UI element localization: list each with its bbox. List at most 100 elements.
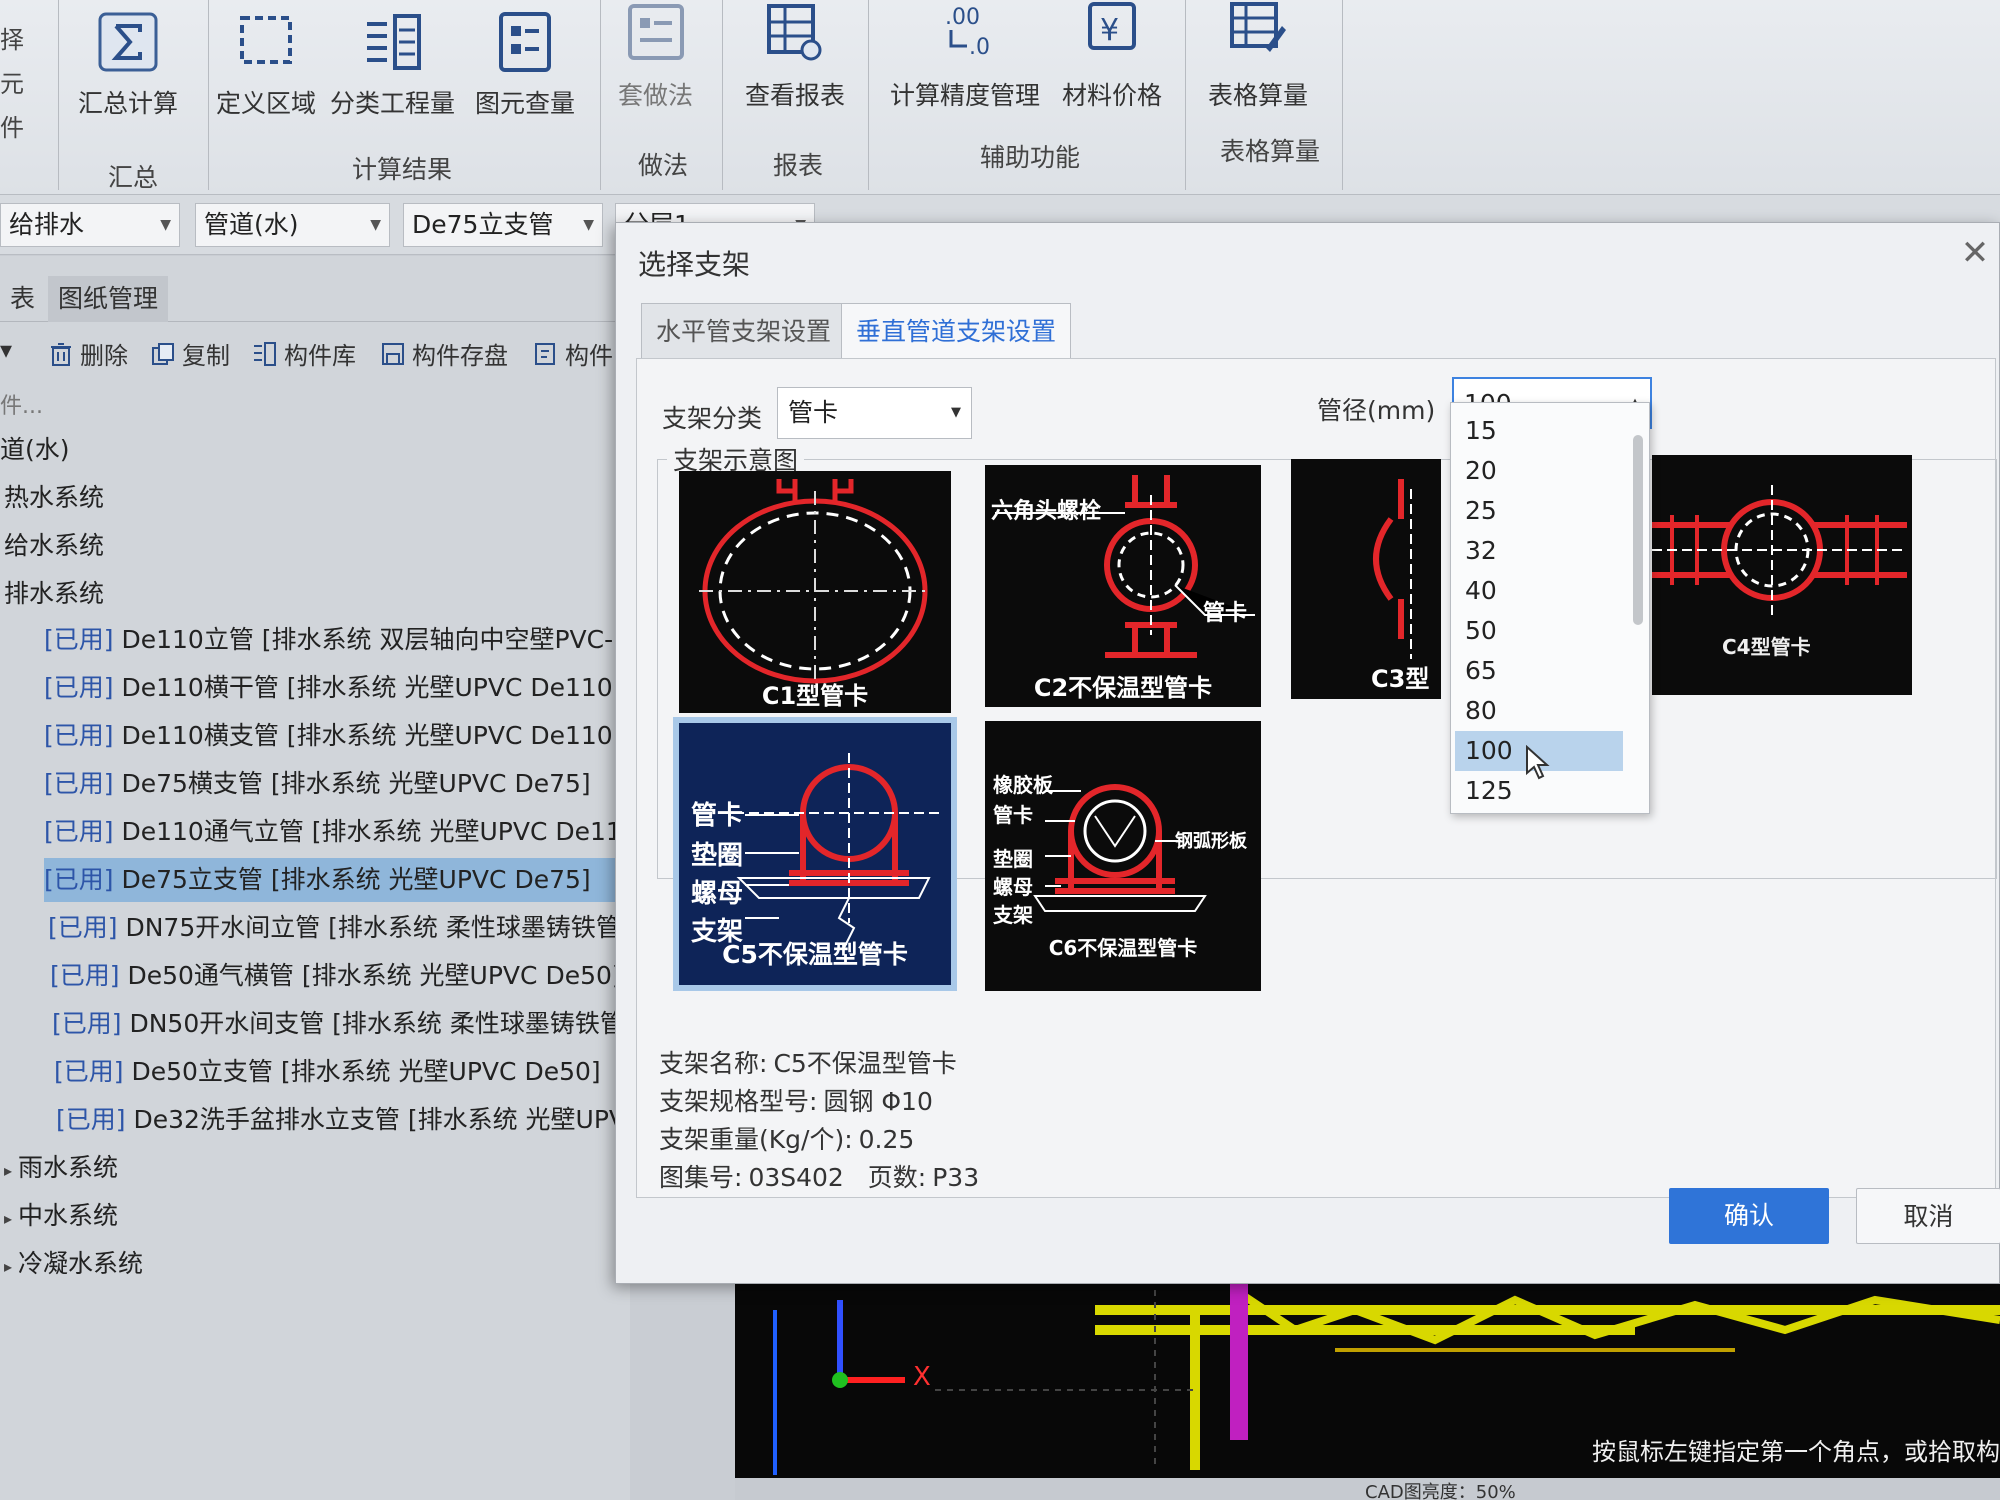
component-more-button[interactable]: 构件	[533, 336, 613, 371]
delete-label: 删除	[80, 342, 128, 370]
diameter-option[interactable]: 15	[1455, 411, 1623, 451]
c2-label: C2不保温型管卡	[1033, 674, 1213, 702]
tab-vertical-support[interactable]: 垂直管道支架设置	[841, 303, 1072, 359]
atlas-value: 03S402	[748, 1163, 844, 1192]
copy-button[interactable]: 复制	[150, 336, 230, 371]
apply-method-button[interactable]: 套做法	[618, 2, 693, 112]
category-quantity-button[interactable]: 分类工程量	[330, 10, 455, 120]
diameter-option[interactable]: 80	[1455, 691, 1623, 731]
support-thumb-c5-selected[interactable]: 管卡 垫圈 螺母 支架 C5不保温型管卡	[673, 717, 957, 991]
category-select[interactable]: 管道(水) ▼	[195, 203, 390, 247]
tree-pipe-label: De75横支管 [排水系统 光壁UPVC De75]	[121, 769, 591, 798]
delete-button[interactable]: 删除	[48, 336, 128, 371]
tree-system-collapsed[interactable]: ▸ 中水系统	[4, 1194, 118, 1238]
dialog-body: 支架分类 管卡▼ 管径(mm) 100▲ 支架示意图 C1型管卡	[636, 358, 1997, 1198]
svg-text:.0: .0	[969, 35, 990, 60]
pipe-diameter-dropdown: 15 20 25 32 40 50 65 80 100 125	[1450, 402, 1650, 814]
tree-root[interactable]: 道(水)	[0, 428, 70, 472]
tree-pipe-item[interactable]: [已用] De50通气横管 [排水系统 光壁UPVC De50]	[50, 954, 622, 998]
system-select[interactable]: 给排水 ▼	[0, 203, 180, 247]
support-category-select[interactable]: 管卡 ▼	[777, 387, 972, 439]
material-price-button[interactable]: ¥ 材料价格	[1062, 2, 1162, 112]
tree-pipe-item[interactable]: [已用] De75横支管 [排水系统 光壁UPVC De75]	[44, 762, 591, 806]
tree-pipe-item[interactable]: [已用] De32洗手盆排水立支管 [排水系统 光壁UPVC D	[56, 1098, 671, 1142]
diameter-option[interactable]: 50	[1455, 611, 1623, 651]
support-thumb-c6[interactable]: 橡胶板 管卡 垫圈 螺母 支架 钢弧形板 C6不保温型管卡	[985, 721, 1261, 991]
tree-pipe-item[interactable]: [已用] DN75开水间立管 [排水系统 柔性球墨铸铁管 DI	[48, 906, 655, 950]
view-report-button[interactable]: 查看报表	[745, 2, 845, 112]
cad-drawing-view[interactable]: X 按鼠标左键指定第一个角点，或拾取构	[735, 1270, 2000, 1485]
copy-icon	[152, 342, 174, 365]
tree-pipe-item[interactable]: [已用] DN50开水间支管 [排水系统 柔性球墨铸铁管 DI	[52, 1002, 659, 1046]
diameter-option[interactable]: 32	[1455, 531, 1623, 571]
atlas-row: 图集号: 03S402 页数: P33	[659, 1158, 979, 1194]
ribbon-separator	[58, 0, 59, 190]
support-spec-value: 圆钢 Φ10	[823, 1087, 933, 1116]
tree-system-collapsed[interactable]: ▸ 冷凝水系统	[4, 1242, 143, 1286]
support-name-label: 支架名称:	[659, 1049, 768, 1078]
c6-note: 垫圈	[993, 847, 1033, 871]
component-library-button[interactable]: 构件库	[252, 336, 356, 371]
support-name-value: C5不保温型管卡	[773, 1049, 957, 1078]
component-select-value: De75立支管	[412, 210, 554, 239]
component-library-label: 构件库	[284, 342, 356, 370]
component-select[interactable]: De75立支管 ▼	[403, 203, 603, 247]
ribbon-edge-label: 择	[0, 26, 24, 54]
ribbon-separator	[1342, 0, 1343, 190]
support-thumb-c1[interactable]: C1型管卡	[679, 471, 951, 713]
tree-system[interactable]: 给水系统	[4, 524, 104, 568]
tab-horizontal-support[interactable]: 水平管支架设置	[641, 303, 847, 359]
tab-drawing-manage[interactable]: 图纸管理	[48, 276, 169, 322]
summary-calc-button[interactable]: 汇总计算	[78, 10, 178, 120]
tree-pipe-label: De110横支管 [排水系统 光壁UPVC De110]	[121, 721, 623, 750]
support-thumb-c2[interactable]: 六角头螺栓 管卡 C2不保温型管卡	[985, 465, 1261, 707]
used-tag: [已用]	[50, 961, 120, 990]
cancel-button[interactable]: 取消	[1856, 1188, 2000, 1244]
define-region-button[interactable]: 定义区域	[216, 10, 316, 120]
tree-pipe-item[interactable]: [已用] De110横支管 [排水系统 光壁UPVC De110]	[44, 714, 622, 758]
component-icon	[535, 342, 555, 365]
tree-system[interactable]: 排水系统	[4, 572, 104, 616]
tree-pipe-label: De75立支管 [排水系统 光壁UPVC De75]	[121, 865, 591, 894]
diameter-option[interactable]: 25	[1455, 491, 1623, 531]
table-calc-button[interactable]: 表格算量	[1208, 2, 1308, 112]
tree-pipe-label: DN50开水间支管 [排水系统 柔性球墨铸铁管 DI	[129, 1009, 660, 1038]
axis-x-label: X	[913, 1362, 931, 1392]
caret-right-icon: ▸	[4, 1209, 13, 1228]
new-dropdown-icon[interactable]: ▾	[0, 336, 12, 364]
caret-right-icon: ▸	[4, 1257, 13, 1276]
trash-icon	[51, 342, 71, 366]
dropdown-arrow-icon: ▼	[160, 217, 171, 233]
confirm-button[interactable]: 确认	[1669, 1188, 1829, 1244]
tree-pipe-label: De110通气立管 [排水系统 光壁UPVC De110]	[121, 817, 648, 846]
diameter-option[interactable]: 40	[1455, 571, 1623, 611]
support-thumb-c3[interactable]: C3型	[1291, 459, 1441, 699]
tree-pipe-label: De50通气横管 [排水系统 光壁UPVC De50]	[127, 961, 622, 990]
component-save-button[interactable]: 构件存盘	[380, 336, 508, 371]
tree-system[interactable]: 热水系统	[4, 476, 104, 520]
tree-system-label: 热水系统	[4, 483, 105, 512]
tree-pipe-item-selected[interactable]: [已用] De75立支管 [排水系统 光壁UPVC De75]	[44, 858, 630, 902]
support-thumb-c4[interactable]: C4型管卡	[1652, 455, 1912, 695]
tab-table[interactable]: 表	[0, 276, 45, 322]
c1-label: C1型管卡	[761, 682, 869, 710]
search-hint[interactable]: 件...	[0, 388, 43, 420]
element-query-button[interactable]: 图元查量	[475, 10, 575, 120]
tree-pipe-item[interactable]: [已用] De110横干管 [排水系统 光壁UPVC De110]	[44, 666, 622, 710]
support-spec-label: 支架规格型号:	[659, 1087, 818, 1116]
diameter-option[interactable]: 65	[1455, 651, 1623, 691]
close-icon[interactable]: ✕	[1955, 233, 1995, 273]
precision-manage-button[interactable]: .00.0 计算精度管理	[890, 2, 1040, 112]
support-weight-row: 支架重量(Kg/个): 0.25	[659, 1120, 914, 1156]
c3-label: C3型	[1371, 665, 1430, 693]
tree-pipe-item[interactable]: [已用] De110通气立管 [排水系统 光壁UPVC De110]	[44, 810, 647, 854]
support-weight-label: 支架重量(Kg/个):	[659, 1125, 853, 1154]
svg-text:.00: .00	[945, 5, 980, 30]
category-quantity-icon	[361, 10, 425, 74]
tree-pipe-item[interactable]: [已用] De110立管 [排水系统 双层轴向中空壁PVC-U D	[44, 618, 659, 662]
tree-pipe-item[interactable]: [已用] De50立支管 [排水系统 光壁UPVC De50]	[54, 1050, 601, 1094]
diameter-option[interactable]: 20	[1455, 451, 1623, 491]
dropdown-scrollbar[interactable]	[1633, 435, 1643, 625]
tree-system-collapsed[interactable]: ▸ 雨水系统	[4, 1146, 118, 1190]
tree-system-label: 排水系统	[4, 579, 105, 608]
